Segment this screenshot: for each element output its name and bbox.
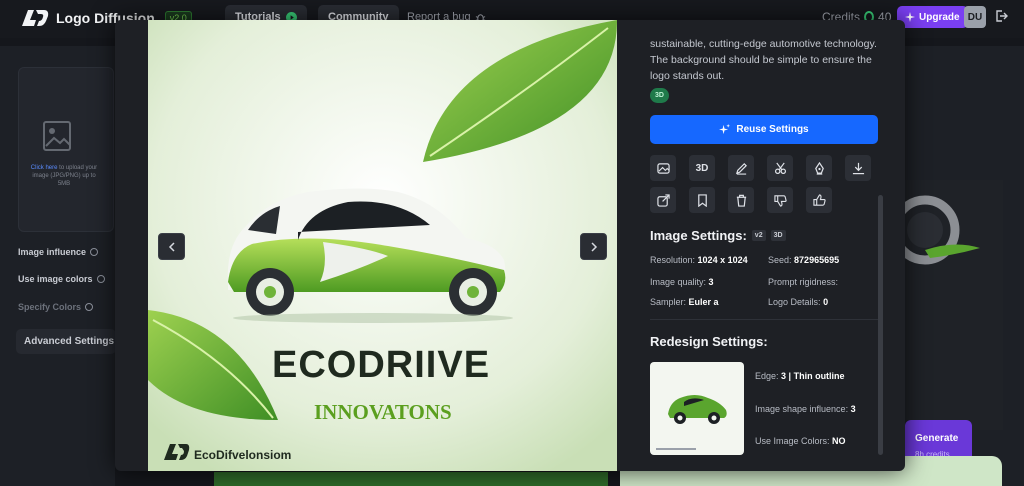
vary-image-button[interactable]: [650, 155, 676, 181]
artwork-watermark-text: EcoDifvelonsiom: [194, 448, 291, 462]
artwork-brand-text: ECODRIIVE: [272, 344, 490, 386]
advanced-settings-toggle[interactable]: Advanced Settings: [16, 329, 116, 354]
chevron-right-icon: [590, 241, 597, 252]
use-image-colors-label: Use image colors: [18, 274, 105, 284]
3d-style-button[interactable]: 3D: [689, 155, 715, 181]
prompt-rigidness-row: Prompt rigidness:: [768, 277, 838, 287]
reuse-settings-button[interactable]: Reuse Settings: [650, 115, 878, 144]
remove-background-button[interactable]: [767, 155, 793, 181]
specify-colors-label: Specify Colors: [18, 302, 94, 312]
upload-instructions: Click here to upload your image (JPG/PNG…: [28, 164, 100, 188]
like-button[interactable]: [806, 187, 832, 213]
vectorize-button[interactable]: [806, 155, 832, 181]
chevron-left-icon: [168, 241, 175, 252]
source-car-thumbnail: [656, 395, 727, 450]
specify-colors-text: Specify Colors: [18, 302, 82, 312]
pen-nib-icon: [814, 161, 824, 175]
image-shape-influence-value: 3: [850, 404, 856, 414]
logo-details-row: Logo Details: 0: [768, 297, 828, 307]
image-shape-influence-row: Image shape influence: 3: [755, 404, 856, 414]
download-icon: [852, 162, 864, 174]
scissors-icon: [774, 162, 786, 174]
logo-mark-icon: [22, 10, 49, 26]
image-quality-row: Image quality: 3: [650, 277, 714, 287]
image-shape-influence-label: Image shape influence:: [755, 404, 849, 414]
open-image-button[interactable]: [650, 187, 676, 213]
sparkle-icon: [905, 12, 915, 22]
artwork-tagline-text: INNOVATONS: [314, 400, 452, 424]
logout-icon[interactable]: [994, 9, 1008, 23]
style-tag: 3D: [650, 88, 669, 103]
sparkle-icon: [719, 124, 731, 135]
delete-button[interactable]: [728, 187, 754, 213]
image-influence-label: Image influence: [18, 247, 99, 257]
3d-icon: 3D: [695, 162, 709, 174]
bookmark-icon: [697, 193, 707, 207]
use-image-colors-text: Use image colors: [18, 274, 93, 284]
image-quality-label: Image quality:: [650, 277, 707, 287]
previous-image-button[interactable]: [158, 233, 185, 260]
source-image-thumbnail[interactable]: [650, 362, 744, 455]
image-settings-title: Image Settings: v2 3D: [650, 228, 786, 243]
resolution-row: Resolution: 1024 x 1024: [650, 255, 748, 265]
use-image-colors-label: Use Image Colors:: [755, 436, 830, 446]
logo-details-value: 0: [823, 297, 829, 307]
seed-value: 872965695: [794, 255, 840, 265]
image-icon: [656, 162, 670, 174]
image-settings-heading: Image Settings:: [650, 228, 747, 243]
resolution-label: Resolution:: [650, 255, 696, 265]
preview-image: [905, 180, 1003, 430]
sampler-row: Sampler: Euler a: [650, 297, 719, 307]
info-icon[interactable]: [90, 248, 99, 256]
resolution-value: 1024 x 1024: [697, 255, 748, 265]
sampler-label: Sampler:: [650, 297, 687, 307]
seed-label: Seed:: [768, 255, 792, 265]
sampler-value: Euler a: [688, 297, 719, 307]
logo-details-label: Logo Details:: [768, 297, 821, 307]
edit-button[interactable]: [728, 155, 754, 181]
section-divider: [650, 319, 878, 320]
upload-link[interactable]: Click here: [31, 165, 58, 171]
trash-icon: [736, 194, 746, 207]
upload-image-icon: [43, 121, 71, 151]
seed-row: Seed: 872965695: [768, 255, 839, 265]
version-badge: v2: [751, 230, 766, 241]
generate-label: Generate: [915, 433, 959, 444]
image-influence-text: Image influence: [18, 247, 87, 257]
edge-label: Edge:: [755, 371, 779, 381]
avatar[interactable]: DU: [964, 6, 986, 28]
edge-value: 3 | Thin outline: [781, 371, 845, 381]
prompt-rigidness-label: Prompt rigidness:: [768, 277, 839, 287]
thumbs-up-icon: [812, 193, 826, 206]
image-quality-value: 3: [708, 277, 714, 287]
download-button[interactable]: [845, 155, 871, 181]
generated-image: ECODRIIVE INNOVATONS EcoDifvelonsiom: [148, 20, 617, 471]
info-icon[interactable]: [85, 303, 94, 311]
dislike-button[interactable]: [767, 187, 793, 213]
redesign-settings-title: Redesign Settings:: [650, 334, 768, 349]
use-image-colors-row: Use Image Colors: NO: [755, 436, 846, 446]
thumbs-down-icon: [773, 194, 787, 207]
edge-row: Edge: 3 | Thin outline: [755, 371, 845, 381]
upgrade-label: Upgrade: [919, 11, 960, 23]
style-badge: 3D: [770, 230, 786, 241]
external-link-icon: [656, 193, 670, 207]
info-icon[interactable]: [96, 275, 105, 283]
eco-car-logo-artwork: ECODRIIVE INNOVATONS EcoDifvelonsiom: [148, 20, 617, 471]
next-image-button[interactable]: [580, 233, 607, 260]
result-thumbnail-strip: [214, 472, 608, 486]
prompt-text: sustainable, cutting-edge automotive tec…: [650, 38, 877, 82]
pencil-icon: [735, 162, 747, 175]
reuse-settings-label: Reuse Settings: [736, 124, 809, 135]
use-image-colors-value: NO: [832, 436, 846, 446]
bookmark-button[interactable]: [689, 187, 715, 213]
upgrade-button[interactable]: Upgrade: [897, 6, 968, 28]
details-scrollbar[interactable]: [878, 195, 883, 455]
